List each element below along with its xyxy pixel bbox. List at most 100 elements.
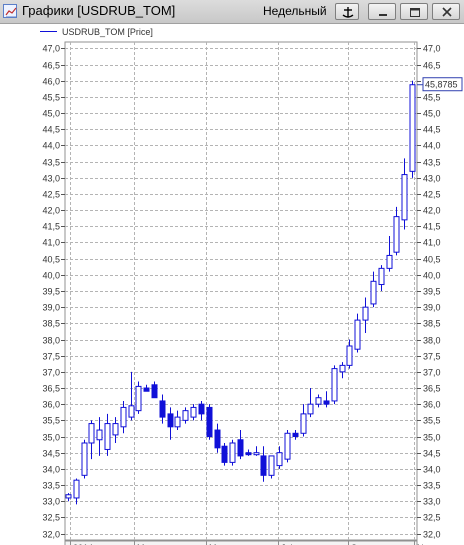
y-tick-label-right: 33,0 bbox=[423, 497, 441, 507]
y-tick-label-right: 35,0 bbox=[423, 433, 441, 443]
chart-icon bbox=[3, 4, 17, 18]
y-tick-label-right: 41,0 bbox=[423, 238, 441, 248]
candle-up bbox=[370, 280, 377, 305]
candle-down bbox=[167, 413, 174, 428]
candle-down bbox=[260, 455, 267, 476]
y-tick-label-right: 39,0 bbox=[423, 303, 441, 313]
candle-up bbox=[120, 406, 127, 428]
y-tick-label-right: 38,0 bbox=[423, 336, 441, 346]
y-tick-label-right: 34,5 bbox=[423, 449, 441, 459]
y-tick-label-right: 44,5 bbox=[423, 125, 441, 135]
candle-up bbox=[409, 84, 416, 172]
candle-up bbox=[378, 267, 385, 286]
candle-up bbox=[393, 216, 400, 253]
candle-down bbox=[323, 400, 330, 405]
y-tick-label-right: 32,5 bbox=[423, 513, 441, 523]
candle-up bbox=[354, 319, 361, 350]
candle-up bbox=[135, 385, 142, 412]
y-tick-label-right: 38,5 bbox=[423, 319, 441, 329]
candle-up bbox=[112, 423, 119, 436]
y-tick-label-left: 43,0 bbox=[42, 174, 60, 184]
pin-button[interactable] bbox=[335, 3, 359, 20]
period-selector[interactable]: Недельный bbox=[263, 4, 327, 18]
maximize-button[interactable] bbox=[400, 3, 428, 20]
candle-up bbox=[96, 429, 103, 441]
y-tick-label-left: 45,0 bbox=[42, 109, 60, 119]
candle-up bbox=[315, 397, 322, 405]
close-icon bbox=[442, 7, 452, 17]
candle-up bbox=[339, 364, 346, 373]
y-tick-label-right: 36,0 bbox=[423, 400, 441, 410]
candle-up bbox=[128, 405, 135, 418]
y-tick-label-left: 46,5 bbox=[42, 61, 60, 71]
y-tick-label-left: 45,5 bbox=[42, 93, 60, 103]
y-tick-label-left: 41,5 bbox=[42, 222, 60, 232]
y-tick-label-right: 37,5 bbox=[423, 352, 441, 362]
y-tick-label-left: 39,5 bbox=[42, 287, 60, 297]
y-tick-label-right: 44,0 bbox=[423, 141, 441, 151]
x-axis: 2014MarMayJulSepNov bbox=[64, 540, 434, 545]
close-button[interactable] bbox=[432, 3, 460, 20]
candle-down bbox=[159, 400, 166, 418]
candle-down bbox=[237, 439, 244, 457]
candle-up bbox=[331, 368, 338, 402]
candle-up bbox=[268, 455, 275, 476]
candle-up bbox=[73, 479, 80, 499]
y-tick-label-left: 40,5 bbox=[42, 255, 60, 265]
candle-down bbox=[198, 403, 205, 415]
y-tick-label-right: 41,5 bbox=[423, 222, 441, 232]
y-tick-label-left: 32,5 bbox=[42, 513, 60, 523]
candle-up bbox=[229, 442, 236, 463]
y-tick-label-left: 33,0 bbox=[42, 497, 60, 507]
candle-up bbox=[346, 345, 353, 366]
candle-down bbox=[214, 429, 221, 449]
y-tick-label-left: 35,0 bbox=[42, 433, 60, 443]
y-tick-label-left: 42,0 bbox=[42, 206, 60, 216]
y-tick-label-right: 40,0 bbox=[423, 271, 441, 281]
legend-label: USDRUB_TOM [Price] bbox=[62, 27, 153, 37]
candle-down bbox=[292, 432, 299, 438]
candle-up bbox=[307, 403, 314, 415]
title-bar: Графики [USDRUB_TOM] Недельный bbox=[0, 0, 464, 24]
y-tick-label-right: 46,5 bbox=[423, 61, 441, 71]
y-tick-label-right: 34,0 bbox=[423, 465, 441, 475]
y-tick-label-right: 36,5 bbox=[423, 384, 441, 394]
y-tick-label-right: 43,5 bbox=[423, 158, 441, 168]
y-tick-label-right: 40,5 bbox=[423, 255, 441, 265]
y-tick-label-left: 37,0 bbox=[42, 368, 60, 378]
y-tick-label-left: 34,0 bbox=[42, 465, 60, 475]
y-tick-label-right: 35,5 bbox=[423, 416, 441, 426]
minimize-icon bbox=[379, 14, 387, 16]
y-tick-label-right: 45,5 bbox=[423, 93, 441, 103]
y-tick-label-right: 39,5 bbox=[423, 287, 441, 297]
candle-up bbox=[276, 452, 283, 467]
y-tick-label-left: 36,5 bbox=[42, 384, 60, 394]
y-tick-label-left: 38,0 bbox=[42, 336, 60, 346]
y-tick-label-left: 39,0 bbox=[42, 303, 60, 313]
y-tick-label-left: 33,5 bbox=[42, 481, 60, 491]
price-chart: USDRUB_TOM [Price] 47,0 46,5 46,0 45,5 45,0 4… bbox=[0, 24, 464, 545]
last-price-label: 45,8785 bbox=[425, 80, 458, 90]
maximize-icon bbox=[410, 8, 420, 17]
y-tick-label-left: 47,0 bbox=[42, 44, 60, 54]
y-tick-label-right: 42,0 bbox=[423, 206, 441, 216]
candle-up bbox=[182, 410, 189, 421]
y-tick-label-right: 37,0 bbox=[423, 368, 441, 378]
y-tick-label-right: 47,0 bbox=[423, 44, 441, 54]
y-tick-label-right: 42,5 bbox=[423, 190, 441, 200]
candle-down bbox=[221, 445, 228, 463]
y-tick-label-left: 44,5 bbox=[42, 125, 60, 135]
candle-down bbox=[143, 387, 150, 392]
y-tick-label-left: 38,5 bbox=[42, 319, 60, 329]
y-tick-label-left: 46,0 bbox=[42, 77, 60, 87]
minimize-button[interactable] bbox=[368, 3, 396, 20]
candle-up bbox=[362, 306, 369, 321]
candle-up bbox=[386, 254, 393, 269]
y-tick-label-left: 35,5 bbox=[42, 416, 60, 426]
y-tick-label-left: 44,0 bbox=[42, 141, 60, 151]
candle-up bbox=[65, 494, 72, 499]
candle-up bbox=[401, 174, 408, 221]
y-tick-label-left: 43,5 bbox=[42, 158, 60, 168]
y-tick-label-left: 32,0 bbox=[42, 530, 60, 540]
y-tick-label-left: 34,5 bbox=[42, 449, 60, 459]
